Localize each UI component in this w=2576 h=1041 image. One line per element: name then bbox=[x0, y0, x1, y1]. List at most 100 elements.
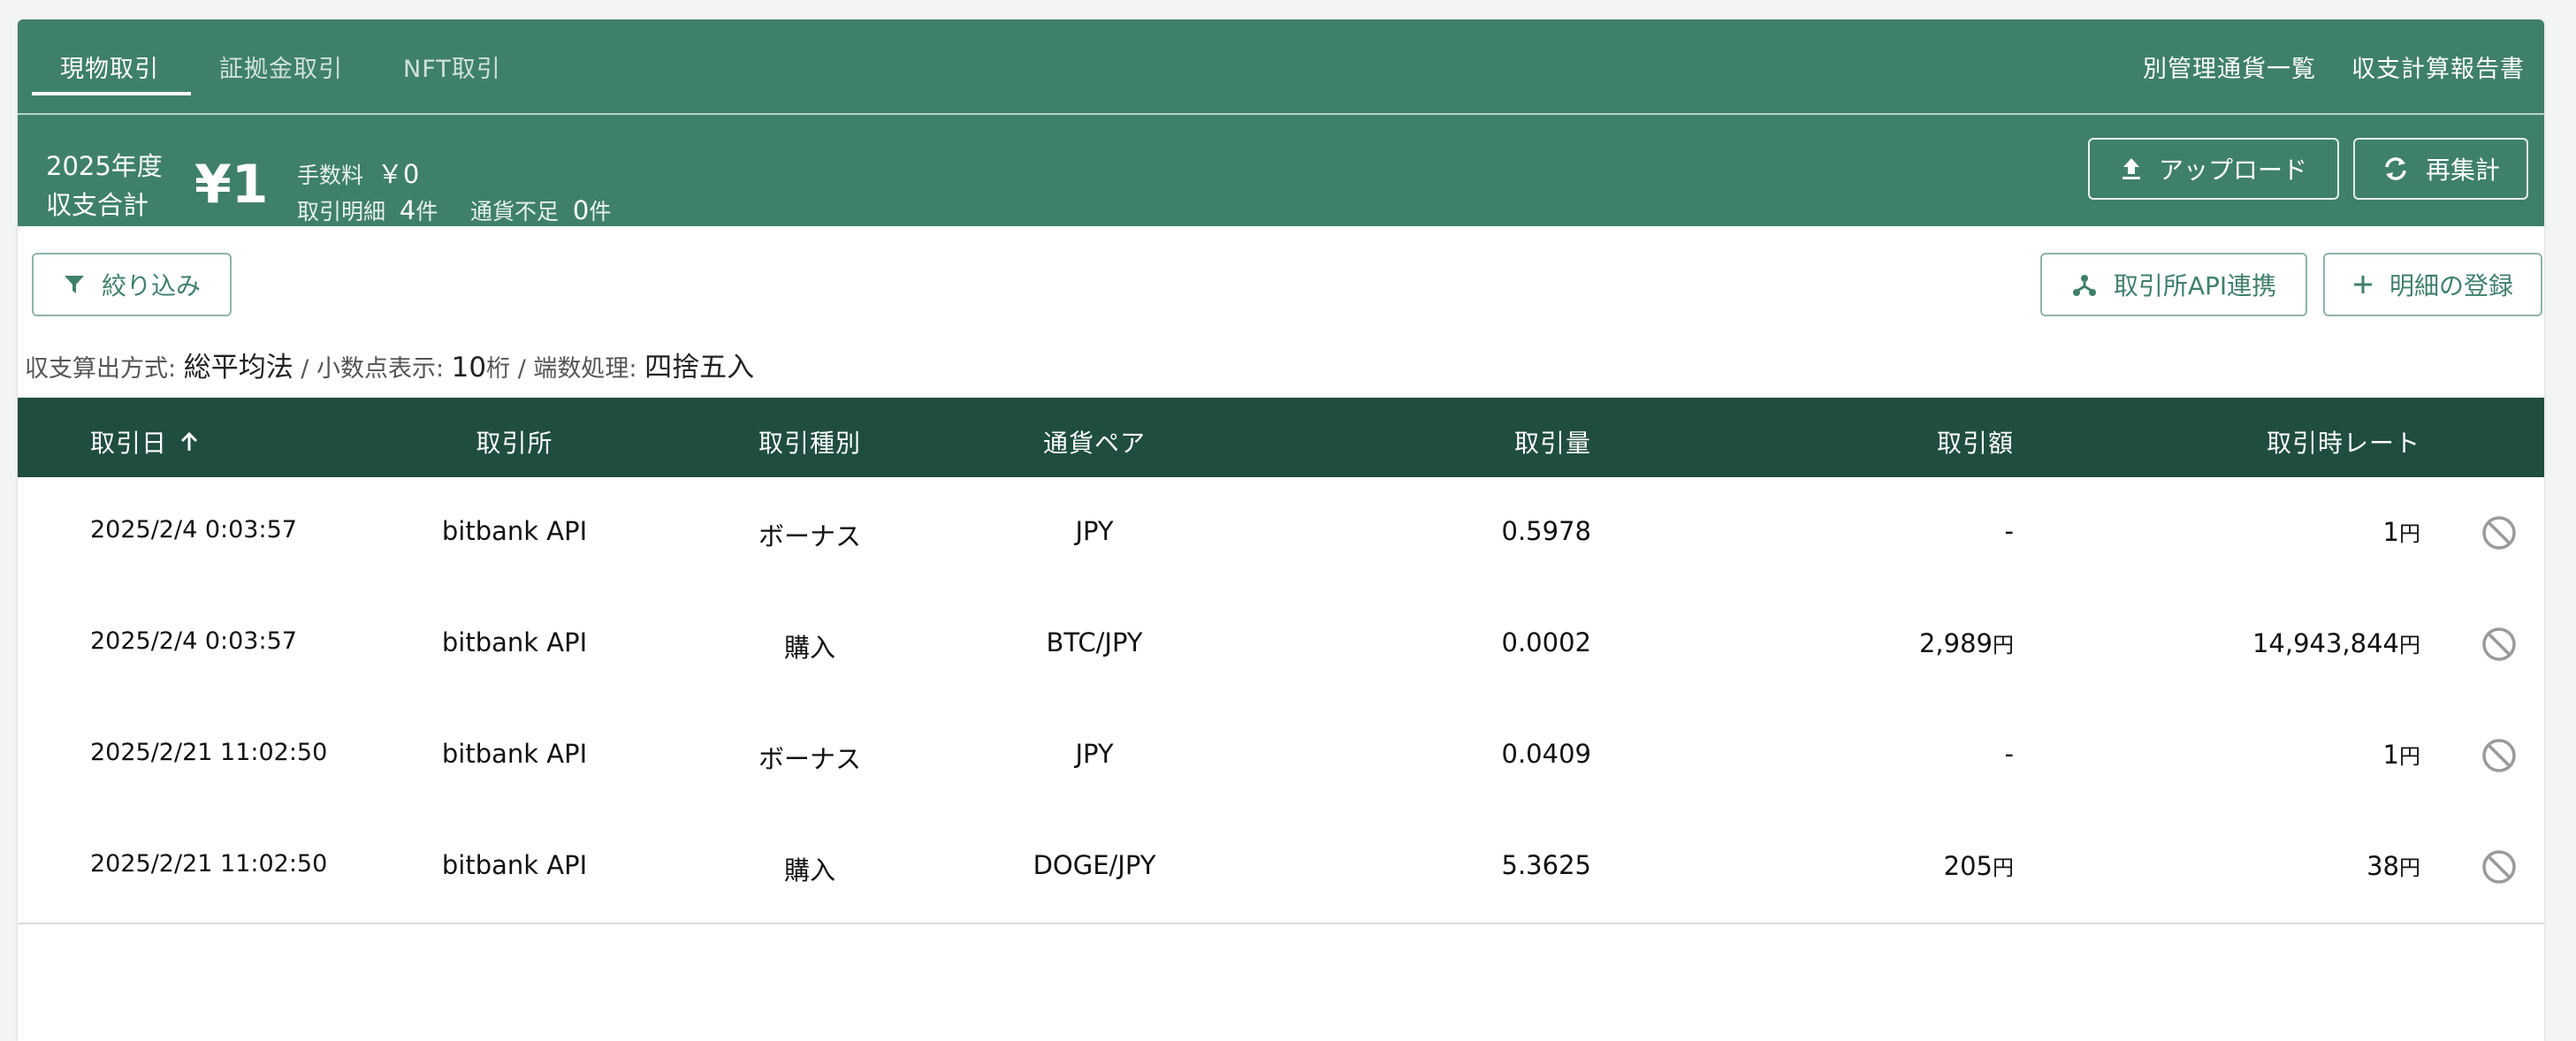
rate-unit: 円 bbox=[2399, 521, 2420, 546]
cell-rate: 14,943,844円 bbox=[2252, 627, 2420, 658]
cell-exchange: bitbank API bbox=[441, 516, 588, 546]
year-line: 2025年度 bbox=[46, 151, 163, 181]
amount-value: 2,989 bbox=[1918, 628, 1993, 658]
rate-value: 38 bbox=[2366, 851, 2399, 881]
filter-label: 絞り込み bbox=[101, 271, 201, 300]
tab-nft[interactable]: NFT取引 bbox=[403, 49, 501, 84]
table-row[interactable]: 2025/2/21 11:02:50 bitbank API ボーナス JPY … bbox=[18, 700, 2544, 813]
rate-unit: 円 bbox=[2399, 855, 2420, 880]
cell-rate: 38円 bbox=[2366, 850, 2420, 881]
cell-date: 2025/2/4 0:03:57 bbox=[90, 516, 297, 543]
exchange-api-button[interactable]: 取引所API連携 bbox=[2040, 253, 2307, 316]
rate-value: 1 bbox=[2382, 517, 2399, 547]
decimal-label: / 小数点表示: bbox=[301, 355, 445, 383]
cell-quantity: 5.3625 bbox=[1501, 850, 1591, 880]
tx-count: 4 bbox=[399, 195, 416, 225]
table-row[interactable]: 2025/2/4 0:03:57 bitbank API ボーナス JPY 0.… bbox=[18, 477, 2544, 590]
decimal-unit: 桁 bbox=[486, 355, 511, 383]
cell-type: ボーナス bbox=[758, 744, 862, 774]
fiscal-year-label: 2025年度 収支合計 bbox=[46, 147, 163, 224]
cell-date: 2025/2/21 11:02:50 bbox=[90, 739, 328, 766]
cell-amount: - bbox=[2005, 516, 2014, 546]
col-header-type[interactable]: 取引種別 bbox=[758, 424, 861, 460]
fee-value: ￥0 bbox=[377, 159, 420, 189]
shortage-info: 通貨不足 0件 bbox=[470, 194, 611, 226]
summary-bar: 2025年度 収支合計 ¥1 手数料 ￥0 取引明細 4件 通貨不足 0件 アッ… bbox=[18, 115, 2544, 226]
income-report-link[interactable]: 収支計算報告書 bbox=[2351, 49, 2525, 84]
cell-type: 購入 bbox=[783, 633, 836, 663]
recalculate-button[interactable]: 再集計 bbox=[2353, 138, 2528, 200]
cell-amount: 2,989円 bbox=[1919, 627, 2014, 658]
separate-currency-list-link[interactable]: 別管理通貨一覧 bbox=[2143, 49, 2316, 84]
cell-pair: BTC/JPY bbox=[1046, 627, 1143, 657]
fee-info: 手数料 ￥0 bbox=[297, 154, 419, 191]
prohibit-icon[interactable] bbox=[2481, 514, 2518, 551]
calc-settings-line: 収支算出方式: 総平均法 / 小数点表示: 10桁 / 端数処理: 四捨五入 bbox=[25, 345, 754, 384]
upload-label: アップロード bbox=[2158, 156, 2307, 185]
api-link-icon bbox=[2071, 271, 2098, 298]
cell-exchange: bitbank API bbox=[441, 627, 588, 657]
upload-button[interactable]: アップロード bbox=[2088, 138, 2339, 200]
add-entry-button[interactable]: 明細の登録 bbox=[2323, 253, 2542, 316]
amount-unit: 円 bbox=[1993, 633, 2014, 657]
total-amount: ¥1 bbox=[194, 154, 269, 216]
rounding-label: / 端数処理: bbox=[517, 355, 637, 383]
add-entry-label: 明細の登録 bbox=[2389, 271, 2513, 300]
decimal-value: 10 bbox=[451, 352, 487, 384]
prohibit-icon[interactable] bbox=[2481, 848, 2518, 885]
recalculate-label: 再集計 bbox=[2425, 156, 2500, 185]
table-row[interactable]: 2025/2/21 11:02:50 bitbank API 購入 DOGE/J… bbox=[18, 811, 2544, 924]
tab-spot[interactable]: 現物取引 bbox=[60, 49, 159, 84]
shortage-count-unit: 件 bbox=[589, 199, 612, 224]
cell-pair: JPY bbox=[1075, 516, 1114, 546]
sort-arrow-up-icon bbox=[179, 431, 199, 452]
cell-amount: - bbox=[2005, 739, 2014, 769]
rate-unit: 円 bbox=[2399, 744, 2420, 769]
cell-quantity: 0.0002 bbox=[1501, 627, 1591, 657]
fee-label: 手数料 bbox=[297, 163, 364, 188]
app-frame: 現物取引 証拠金取引 NFT取引 別管理通貨一覧 収支計算報告書 2025年度 … bbox=[18, 19, 2544, 1041]
rate-unit: 円 bbox=[2399, 633, 2420, 657]
rate-value: 14,943,844 bbox=[2252, 628, 2399, 658]
amount-value: - bbox=[2004, 739, 2014, 769]
method-label: 収支算出方式: bbox=[25, 355, 177, 383]
col-header-pair[interactable]: 通貨ペア bbox=[1043, 424, 1146, 460]
plus-icon bbox=[2352, 274, 2374, 295]
cell-date: 2025/2/4 0:03:57 bbox=[90, 627, 297, 655]
cell-exchange: bitbank API bbox=[441, 739, 588, 769]
col-header-rate[interactable]: 取引時レート bbox=[2267, 424, 2420, 460]
exchange-api-label: 取引所API連携 bbox=[2113, 271, 2277, 300]
top-nav-bar: 現物取引 証拠金取引 NFT取引 別管理通貨一覧 収支計算報告書 bbox=[18, 19, 2544, 115]
tx-count-info: 取引明細 4件 bbox=[297, 194, 438, 226]
col-header-quantity[interactable]: 取引量 bbox=[1514, 424, 1591, 460]
prohibit-icon[interactable] bbox=[2481, 737, 2518, 774]
cell-quantity: 0.0409 bbox=[1501, 739, 1591, 769]
table-row[interactable]: 2025/2/4 0:03:57 bitbank API 購入 BTC/JPY … bbox=[18, 589, 2544, 702]
col-header-amount[interactable]: 取引額 bbox=[1937, 424, 2014, 460]
cell-rate: 1円 bbox=[2383, 516, 2420, 547]
upload-icon bbox=[2120, 156, 2143, 181]
shortage-count: 0 bbox=[572, 195, 590, 225]
cell-rate: 1円 bbox=[2383, 739, 2420, 770]
refresh-icon bbox=[2382, 156, 2410, 182]
tx-label: 取引明細 bbox=[297, 199, 386, 224]
method-value: 総平均法 bbox=[183, 352, 293, 384]
prohibit-icon[interactable] bbox=[2481, 626, 2518, 663]
amount-value: - bbox=[2004, 516, 2014, 546]
amount-value: 205 bbox=[1943, 851, 1993, 881]
cell-type: ボーナス bbox=[758, 521, 862, 551]
shortage-label: 通貨不足 bbox=[470, 199, 560, 224]
filter-icon bbox=[63, 273, 86, 296]
tab-margin[interactable]: 証拠金取引 bbox=[219, 49, 343, 84]
cell-pair: JPY bbox=[1075, 739, 1114, 769]
filter-button[interactable]: 絞り込み bbox=[32, 253, 232, 316]
total-label: 収支合計 bbox=[46, 190, 149, 220]
amount-unit: 円 bbox=[1993, 855, 2014, 880]
cell-pair: DOGE/JPY bbox=[1033, 850, 1156, 880]
col-header-date[interactable]: 取引日 bbox=[90, 424, 199, 460]
cell-exchange: bitbank API bbox=[441, 850, 588, 880]
col-header-exchange[interactable]: 取引所 bbox=[476, 424, 553, 460]
cell-date: 2025/2/21 11:02:50 bbox=[90, 850, 328, 878]
active-tab-indicator bbox=[32, 92, 191, 95]
tx-count-unit: 件 bbox=[415, 199, 438, 224]
